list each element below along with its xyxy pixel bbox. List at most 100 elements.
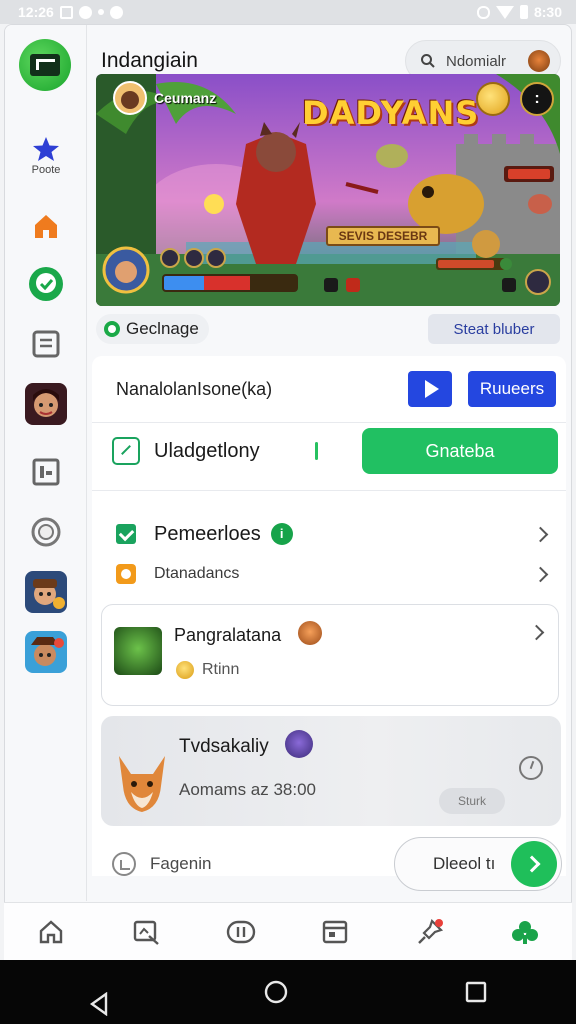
image-edit-icon [133, 920, 159, 945]
bottom-nav [4, 902, 572, 960]
notification-dot-icon [78, 5, 92, 19]
event-card-subtitle: Aomams az 38:00 [179, 780, 317, 799]
rail-item-library[interactable] [25, 323, 67, 365]
chevron-right-icon [532, 526, 549, 542]
banner-menu-button[interactable]: : [520, 82, 554, 116]
home-icon [40, 919, 63, 943]
app-logo[interactable] [19, 39, 71, 91]
sub-setting-row[interactable]: Dtanadancs [116, 558, 556, 590]
pin-icon [418, 918, 443, 944]
edit-label: Uladgetlony [154, 439, 260, 462]
permissions-label: Pemeerloes [154, 522, 261, 545]
controller-icon [226, 920, 255, 943]
checkbox-icon[interactable] [116, 524, 136, 544]
primary-action-button[interactable]: Gnateba [362, 428, 558, 474]
app-notification-icon [109, 5, 123, 19]
rail-item-label: Poote [31, 164, 61, 176]
arrow-right-icon[interactable] [511, 841, 557, 887]
featured-game-banner[interactable]: Ceumanz DADYANS : SEVIS DESEBR [96, 74, 560, 306]
history-icon[interactable] [112, 852, 136, 876]
status-bar: 12:26 8:30 [0, 0, 576, 24]
game-title-logo: DADYANS [302, 94, 480, 132]
banner-sign: SEVIS DESEBR [326, 226, 440, 246]
stream-row: NanalolanIsone(ka) Ruueers [116, 368, 556, 410]
fox-character-icon [119, 756, 165, 812]
health-bar-fill-blue [164, 276, 204, 290]
profile-avatar[interactable] [528, 50, 550, 72]
event-status-pill[interactable]: Sturk [439, 788, 505, 814]
nav-notifications[interactable] [410, 912, 450, 952]
nav-games[interactable] [221, 912, 261, 952]
home-button[interactable] [263, 979, 289, 1005]
game-avatar-icon [25, 383, 67, 425]
chip-row: Geclnage Steat bluber [96, 312, 560, 346]
shield-icon [476, 5, 490, 19]
details-panel: NanalolanIsone(ka) Ruueers Uladgetlony G… [92, 356, 566, 891]
back-triangle-icon [89, 992, 107, 1016]
divider [92, 490, 566, 491]
system-navigation-bar [0, 960, 576, 1024]
star-icon [33, 137, 59, 161]
rail-item-stats[interactable] [25, 451, 67, 493]
refresh-icon [104, 321, 120, 337]
event-card-title: Tvdsakaliy [179, 736, 269, 757]
game-card-subtitle: Rtinn [202, 661, 240, 678]
nav-store[interactable] [315, 912, 355, 952]
edit-icon[interactable] [112, 437, 140, 465]
nav-home[interactable] [31, 912, 71, 952]
game-avatar-icon [25, 631, 67, 673]
status-clock: 8:30 [533, 4, 562, 20]
edit-row: Uladgetlony Gnateba [112, 426, 558, 476]
category-chip[interactable]: Geclnage [96, 314, 209, 344]
coin-icon[interactable] [476, 82, 510, 116]
chart-icon [32, 458, 60, 486]
rail-game-thumb-2[interactable] [25, 571, 67, 613]
health-bar-fill-red [203, 276, 250, 290]
game-thumbnail [114, 627, 162, 675]
nav-community[interactable] [505, 912, 545, 952]
game-card-title: Pangralatana [174, 625, 282, 645]
notification-dot-icon [97, 9, 104, 15]
rail-item-star[interactable]: Poote [25, 135, 67, 177]
continue-button[interactable]: Dleeol tı [394, 837, 562, 891]
logo-mark-icon [30, 54, 60, 76]
rail-item-settings[interactable] [25, 511, 67, 553]
chevron-right-icon [528, 624, 545, 641]
library-icon [32, 330, 60, 358]
resume-button[interactable]: Ruueers [468, 371, 556, 407]
footer-label: Fagenin [150, 854, 212, 873]
character-badge-icon [298, 621, 322, 645]
rail-game-thumb-3[interactable] [25, 631, 67, 673]
club-icon [511, 920, 538, 944]
search-icon [421, 54, 435, 68]
recents-button[interactable] [464, 980, 488, 1004]
gallery-icon [59, 5, 73, 19]
continue-button-label: Dleeol tı [433, 854, 496, 873]
status-right: 8:30 [476, 4, 562, 20]
info-icon[interactable]: i [270, 523, 293, 545]
monster-badge-icon [285, 730, 313, 758]
status-indicator [315, 442, 318, 460]
chevron-right-icon [532, 566, 549, 582]
game-card[interactable]: Pangralatana Rtinn [101, 604, 559, 706]
game-avatar-icon [25, 571, 67, 613]
side-rail: Poote [5, 25, 87, 901]
permissions-row[interactable]: Pemeerloes i [116, 516, 556, 552]
rail-game-thumb-1[interactable] [25, 383, 67, 425]
stream-label: NanalolanIsone(ka) [116, 378, 273, 399]
play-button[interactable] [408, 371, 452, 407]
start-button[interactable]: Steat bluber [428, 314, 560, 344]
home-circle-icon [264, 980, 288, 1004]
search-input[interactable]: Ndomialr [446, 53, 518, 70]
coin-icon [176, 661, 194, 679]
rail-item-chat[interactable] [25, 263, 67, 305]
page-title: Indangiain [101, 49, 198, 72]
nav-gallery[interactable] [126, 912, 166, 952]
footer-row: Fagenin Dleeol tı [112, 834, 562, 894]
store-icon [323, 920, 348, 943]
clock-icon [519, 756, 543, 780]
rail-item-home[interactable] [25, 205, 67, 247]
banner-username: Ceumanz [154, 90, 217, 106]
event-card[interactable]: Tvdsakaliy Aomams az 38:00 Sturk [101, 716, 561, 826]
recents-square-icon [466, 981, 487, 1003]
